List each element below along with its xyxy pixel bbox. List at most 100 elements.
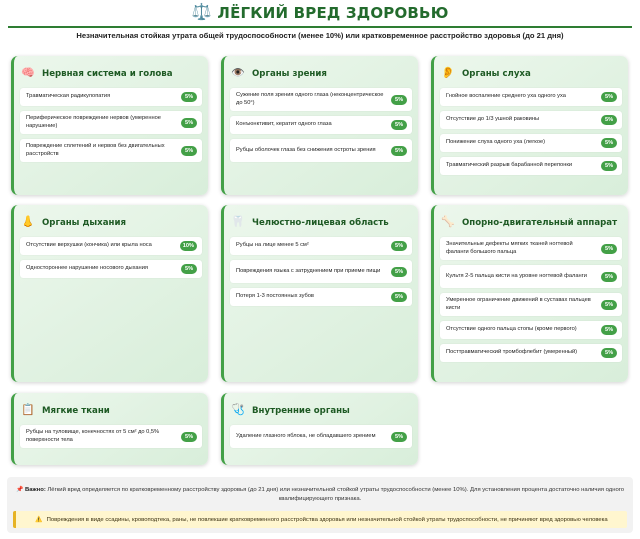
warning-text: Повреждения в виде ссадины, кровоподтека… bbox=[46, 516, 608, 523]
list-item: Конъюнктивит, кератит одного глаза 5% bbox=[230, 116, 412, 134]
percent-badge: 5% bbox=[181, 264, 197, 274]
card-title: Внутренние органы bbox=[252, 405, 350, 416]
card-title: Опорно-двигательный аппарат bbox=[462, 217, 618, 228]
list-item: Травматическая радикулопатия 5% bbox=[20, 88, 202, 106]
tooth-icon: 🦷 bbox=[231, 216, 245, 228]
list-item: Рубцы оболочек глаза без снижения острот… bbox=[230, 139, 412, 162]
item-label: Удаление глазного яблока, не обладавшего… bbox=[236, 432, 376, 439]
item-label: Посттравматический тромбофлебит (умеренн… bbox=[446, 349, 578, 356]
item-label: Травматический разрыв барабанной перепон… bbox=[446, 162, 573, 169]
item-label: Рубцы на туловище, конечностях от 5 см² … bbox=[26, 428, 160, 443]
list-item: Отсутствие верхушки (кончика) или крыла … bbox=[20, 237, 202, 255]
stethoscope-icon: 🩺 bbox=[231, 404, 245, 416]
list-item: Гнойное воспаление среднего уха одного у… bbox=[440, 88, 622, 106]
percent-badge: 5% bbox=[391, 266, 407, 277]
list-item: Травматический разрыв барабанной перепон… bbox=[440, 157, 622, 175]
list-item: Повреждения языка с затруднением при при… bbox=[230, 260, 412, 283]
list-item: Периферическое повреждение нервов (умере… bbox=[20, 111, 202, 134]
percent-badge: 5% bbox=[181, 431, 197, 442]
item-label: Отсутствие до 1/3 ушной раковины bbox=[446, 116, 540, 123]
list-item: Рубцы на туловище, конечностях от 5 см² … bbox=[20, 425, 202, 448]
item-label: Потеря 1-3 постоянных зубов bbox=[236, 293, 314, 300]
card-hearing: 👂 Органы слуха Гнойное воспаление средне… bbox=[431, 56, 628, 195]
item-label: Умеренное ограничение движений в сустава… bbox=[446, 296, 591, 311]
percent-badge: 5% bbox=[391, 120, 407, 130]
percent-badge: 5% bbox=[391, 94, 407, 105]
percent-badge: 10% bbox=[179, 241, 197, 251]
item-label: Значительные дефекты мягких тканей ногте… bbox=[446, 240, 573, 255]
page-subtitle: Незначительная стойкая утрата общей труд… bbox=[76, 31, 564, 40]
item-label: Конъюнктивит, кератит одного глаза bbox=[236, 121, 332, 128]
warning-banner: ⚠️ Повреждения в виде ссадины, кровоподт… bbox=[13, 511, 627, 528]
percent-badge: 5% bbox=[391, 241, 407, 251]
percent-badge: 5% bbox=[601, 92, 617, 102]
item-label: Культя 2-5 пальца кисти на уровне ногтев… bbox=[446, 272, 587, 279]
percent-badge: 5% bbox=[601, 161, 617, 171]
list-item: Понижение слуха одного уха (легкое) 5% bbox=[440, 134, 622, 152]
item-label: Повреждение сплетений и нервов без двига… bbox=[26, 142, 165, 157]
title-divider bbox=[8, 26, 632, 28]
brain-icon: 🧠 bbox=[21, 67, 35, 79]
percent-badge: 5% bbox=[601, 348, 617, 358]
list-item: Отсутствие до 1/3 ушной раковины 5% bbox=[440, 111, 622, 129]
item-label: Отсутствие одного пальца стопы (кроме пе… bbox=[446, 326, 577, 333]
page-title: ЛЁГКИЙ ВРЕД ЗДОРОВЬЮ bbox=[217, 4, 449, 22]
card-vision: 👁️ Органы зрения Сужение поля зрения одн… bbox=[221, 56, 418, 195]
percent-badge: 5% bbox=[181, 92, 197, 102]
ear-icon: 👂 bbox=[441, 67, 455, 79]
card-respiratory: 👃 Органы дыхания Отсутствие верхушки (ко… bbox=[11, 205, 208, 382]
card-internal-organs: 🩺 Внутренние органы Удаление глазного яб… bbox=[221, 393, 418, 465]
card-title: Челюстно-лицевая область bbox=[252, 217, 389, 228]
item-label: Рубцы на лице менее 5 см² bbox=[236, 242, 309, 249]
card-title: Органы дыхания bbox=[42, 217, 126, 228]
important-text-block: 📌 Важно: Лёгкий вред определяется по кра… bbox=[13, 486, 627, 504]
item-label: Повреждения языка с затруднением при при… bbox=[236, 267, 381, 274]
item-label: Сужение поля зрения одного глаза (неконц… bbox=[236, 91, 384, 106]
percent-badge: 5% bbox=[601, 325, 617, 335]
page-header: ⚖️ ЛЁГКИЙ ВРЕД ЗДОРОВЬЮ bbox=[8, 0, 632, 26]
card-musculoskeletal: 🦴 Опорно-двигательный аппарат Значительн… bbox=[431, 205, 628, 382]
percent-badge: 5% bbox=[601, 299, 617, 310]
list-item: Умеренное ограничение движений в сустава… bbox=[440, 293, 622, 316]
clipboard-icon: 📋 bbox=[21, 404, 35, 416]
item-label: Рубцы оболочек глаза без снижения острот… bbox=[236, 146, 376, 153]
card-title: Нервная система и голова bbox=[42, 68, 173, 79]
percent-badge: 5% bbox=[601, 271, 617, 282]
percent-badge: 5% bbox=[391, 292, 407, 302]
pushpin-icon: 📌 bbox=[15, 487, 24, 493]
important-label: Важно: bbox=[24, 487, 46, 493]
card-title: Мягкие ткани bbox=[42, 405, 110, 416]
card-soft-tissue: 📋 Мягкие ткани Рубцы на туловище, конечн… bbox=[11, 393, 208, 465]
nose-icon: 👃 bbox=[21, 216, 35, 228]
card-title: Органы слуха bbox=[462, 68, 531, 79]
item-label: Одностороннее нарушение носового дыхания bbox=[26, 265, 148, 272]
list-item: Удаление глазного яблока, не обладавшего… bbox=[230, 425, 412, 448]
card-title: Органы зрения bbox=[252, 68, 327, 79]
item-label: Травматическая радикулопатия bbox=[26, 93, 111, 100]
list-item: Сужение поля зрения одного глаза (неконц… bbox=[230, 88, 412, 111]
list-item: Одностороннее нарушение носового дыхания… bbox=[20, 260, 202, 278]
item-label: Отсутствие верхушки (кончика) или крыла … bbox=[26, 242, 152, 249]
percent-badge: 5% bbox=[601, 138, 617, 148]
percent-badge: 5% bbox=[601, 243, 617, 254]
item-label: Понижение слуха одного уха (легкое) bbox=[446, 139, 546, 146]
list-item: Отсутствие одного пальца стопы (кроме пе… bbox=[440, 321, 622, 339]
list-item: Значительные дефекты мягких тканей ногте… bbox=[440, 237, 622, 260]
item-label: Гнойное воспаление среднего уха одного у… bbox=[446, 93, 566, 100]
percent-badge: 5% bbox=[601, 115, 617, 125]
list-item: Рубцы на лице менее 5 см² 5% bbox=[230, 237, 412, 255]
scales-icon: ⚖️ bbox=[191, 4, 212, 21]
percent-badge: 5% bbox=[181, 145, 197, 156]
card-nervous-system: 🧠 Нервная система и голова Травматическа… bbox=[11, 56, 208, 195]
eye-icon: 👁️ bbox=[231, 67, 245, 79]
percent-badge: 5% bbox=[391, 145, 407, 156]
list-item: Культя 2-5 пальца кисти на уровне ногтев… bbox=[440, 265, 622, 288]
warning-icon: ⚠️ bbox=[35, 516, 43, 523]
card-maxillofacial: 🦷 Челюстно-лицевая область Рубцы на лице… bbox=[221, 205, 418, 382]
percent-badge: 5% bbox=[391, 431, 407, 442]
item-label: Периферическое повреждение нервов (умере… bbox=[26, 114, 161, 129]
list-item: Посттравматический тромбофлебит (умеренн… bbox=[440, 344, 622, 362]
bone-icon: 🦴 bbox=[441, 216, 455, 228]
important-note: 📌 Важно: Лёгкий вред определяется по кра… bbox=[7, 477, 633, 533]
list-item: Потеря 1-3 постоянных зубов 5% bbox=[230, 288, 412, 306]
